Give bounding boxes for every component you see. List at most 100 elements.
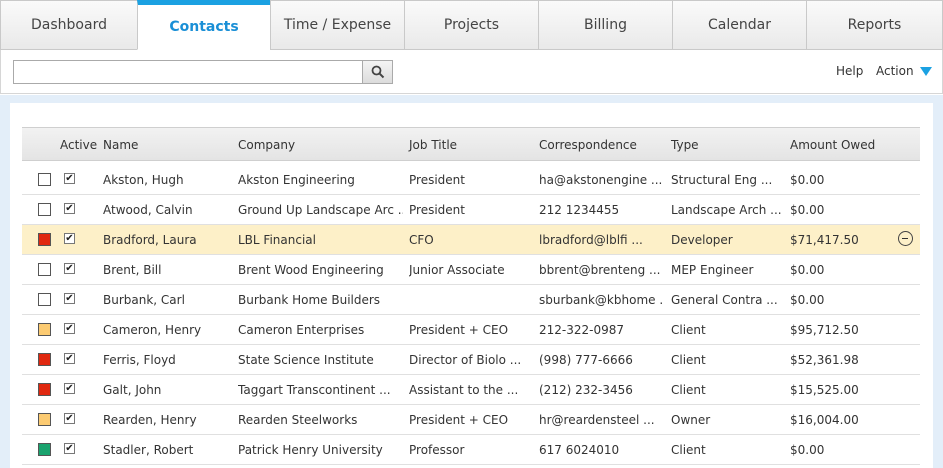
header-correspondence[interactable]: Correspondence <box>539 138 637 152</box>
color-swatch[interactable] <box>38 413 51 426</box>
chevron-down-icon <box>919 66 932 76</box>
tab-time-expense[interactable]: Time / Expense <box>270 0 404 50</box>
action-menu-label: Action <box>876 64 914 78</box>
contact-amount-owed: $52,361.98 <box>790 353 859 367</box>
contact-type: Developer <box>671 233 733 247</box>
table-header: Active Name Company Job Title Correspond… <box>22 127 920 161</box>
active-checkbox[interactable]: ✔ <box>64 353 75 364</box>
contact-type: Client <box>671 443 706 457</box>
contact-amount-owed: $71,417.50 <box>790 233 859 247</box>
header-active[interactable]: Active <box>60 138 97 152</box>
color-swatch[interactable] <box>38 323 51 336</box>
header-type[interactable]: Type <box>671 138 699 152</box>
color-swatch[interactable] <box>38 203 51 216</box>
contact-type: Owner <box>671 413 711 427</box>
table-row[interactable]: ✔ Atwood, Calvin Ground Up Landscape Arc .… <box>22 195 920 225</box>
contact-correspondence: bbrent@brenteng ... <box>539 263 661 277</box>
contact-name: Bradford, Laura <box>103 233 197 247</box>
toolbar: Help Action <box>0 50 943 94</box>
contact-name: Stadler, Robert <box>103 443 194 457</box>
table-row[interactable]: ✔ Ferris, Floyd State Science Institute Dir… <box>22 345 920 375</box>
contact-amount-owed: $0.00 <box>790 293 825 307</box>
active-checkbox[interactable]: ✔ <box>64 413 75 424</box>
tab-projects[interactable]: Projects <box>404 0 538 50</box>
search-button[interactable] <box>363 60 393 84</box>
active-checkbox[interactable]: ✔ <box>64 293 75 304</box>
active-checkbox[interactable]: ✔ <box>64 203 75 214</box>
contact-name: Burbank, Carl <box>103 293 185 307</box>
contacts-table: Active Name Company Job Title Correspond… <box>22 127 920 465</box>
tab-calendar[interactable]: Calendar <box>672 0 806 50</box>
contact-amount-owed: $95,712.50 <box>790 323 859 337</box>
contact-job-title: Director of Biolo ... <box>409 353 522 367</box>
tab-contacts[interactable]: Contacts <box>137 0 270 50</box>
active-checkbox[interactable]: ✔ <box>64 173 75 184</box>
color-swatch[interactable] <box>38 353 51 366</box>
contact-job-title: President + CEO <box>409 413 509 427</box>
color-swatch[interactable] <box>38 293 51 306</box>
search-input[interactable] <box>13 60 363 84</box>
contact-amount-owed: $0.00 <box>790 203 825 217</box>
contact-amount-owed: $0.00 <box>790 173 825 187</box>
contact-correspondence: hr@reardensteel ... <box>539 413 655 427</box>
contact-job-title: Junior Associate <box>409 263 505 277</box>
contact-company: Brent Wood Engineering <box>238 263 384 277</box>
contact-name: Ferris, Floyd <box>103 353 176 367</box>
active-checkbox[interactable]: ✔ <box>64 233 75 244</box>
contact-job-title: President <box>409 203 465 217</box>
contact-type: MEP Engineer <box>671 263 754 277</box>
table-row[interactable]: ✔ Stadler, Robert Patrick Henry University… <box>22 435 920 465</box>
color-swatch[interactable] <box>38 383 51 396</box>
contact-correspondence: lbradford@lblfi ... <box>539 233 643 247</box>
active-checkbox[interactable]: ✔ <box>64 323 75 334</box>
table-row[interactable]: ✔ Rearden, Henry Rearden Steelworks Preside… <box>22 405 920 435</box>
table-row[interactable]: ✔ Akston, Hugh Akston Engineering President… <box>22 165 920 195</box>
contact-company: Taggart Transcontinent ... <box>238 383 391 397</box>
table-row[interactable]: ✔ Brent, Bill Brent Wood Engineering Junior… <box>22 255 920 285</box>
contact-amount-owed: $15,525.00 <box>790 383 859 397</box>
tab-reports[interactable]: Reports <box>806 0 943 50</box>
remove-row-icon[interactable] <box>898 231 913 246</box>
contact-type: Client <box>671 383 706 397</box>
contact-amount-owed: $0.00 <box>790 443 825 457</box>
main-tabs: Dashboard Contacts Time / Expense Projec… <box>0 0 943 50</box>
color-swatch[interactable] <box>38 173 51 186</box>
table-row[interactable]: ✔ Cameron, Henry Cameron Enterprises Presid… <box>22 315 920 345</box>
contact-company: Patrick Henry University <box>238 443 383 457</box>
color-swatch[interactable] <box>38 443 51 456</box>
tab-dashboard[interactable]: Dashboard <box>0 0 137 50</box>
contact-job-title: Assistant to the ... <box>409 383 519 397</box>
color-swatch[interactable] <box>38 233 51 246</box>
contact-name: Brent, Bill <box>103 263 162 277</box>
contact-type: Client <box>671 323 706 337</box>
contact-correspondence: ha@akstonengine ... <box>539 173 663 187</box>
action-menu[interactable]: Action <box>876 64 932 78</box>
table-row[interactable]: ✔ Bradford, Laura LBL Financial CFO lbradfor… <box>22 225 920 255</box>
header-job-title[interactable]: Job Title <box>409 138 457 152</box>
active-checkbox[interactable]: ✔ <box>64 263 75 274</box>
contact-name: Galt, John <box>103 383 162 397</box>
contact-type: General Contra ... <box>671 293 778 307</box>
contact-type: Structural Eng ... <box>671 173 773 187</box>
active-checkbox[interactable]: ✔ <box>64 383 75 394</box>
table-row[interactable]: ✔ Burbank, Carl Burbank Home Builders sburb… <box>22 285 920 315</box>
contact-correspondence: 212-322-0987 <box>539 323 625 337</box>
tab-billing[interactable]: Billing <box>538 0 672 50</box>
contact-company: Cameron Enterprises <box>238 323 365 337</box>
contact-job-title: Professor <box>409 443 465 457</box>
header-name[interactable]: Name <box>103 138 138 152</box>
header-company[interactable]: Company <box>238 138 295 152</box>
contact-name: Cameron, Henry <box>103 323 202 337</box>
table-body: ✔ Akston, Hugh Akston Engineering President… <box>22 165 920 465</box>
table-row[interactable]: ✔ Galt, John Taggart Transcontinent ... Ass… <box>22 375 920 405</box>
active-checkbox[interactable]: ✔ <box>64 443 75 454</box>
contact-amount-owed: $0.00 <box>790 263 825 277</box>
color-swatch[interactable] <box>38 263 51 276</box>
header-amount-owed[interactable]: Amount Owed <box>790 138 875 152</box>
contact-name: Atwood, Calvin <box>103 203 193 217</box>
contact-correspondence: (998) 777-6666 <box>539 353 633 367</box>
contact-correspondence: (212) 232-3456 <box>539 383 633 397</box>
contact-correspondence: 212 1234455 <box>539 203 620 217</box>
help-link[interactable]: Help <box>836 64 863 78</box>
contact-company: LBL Financial <box>238 233 316 247</box>
